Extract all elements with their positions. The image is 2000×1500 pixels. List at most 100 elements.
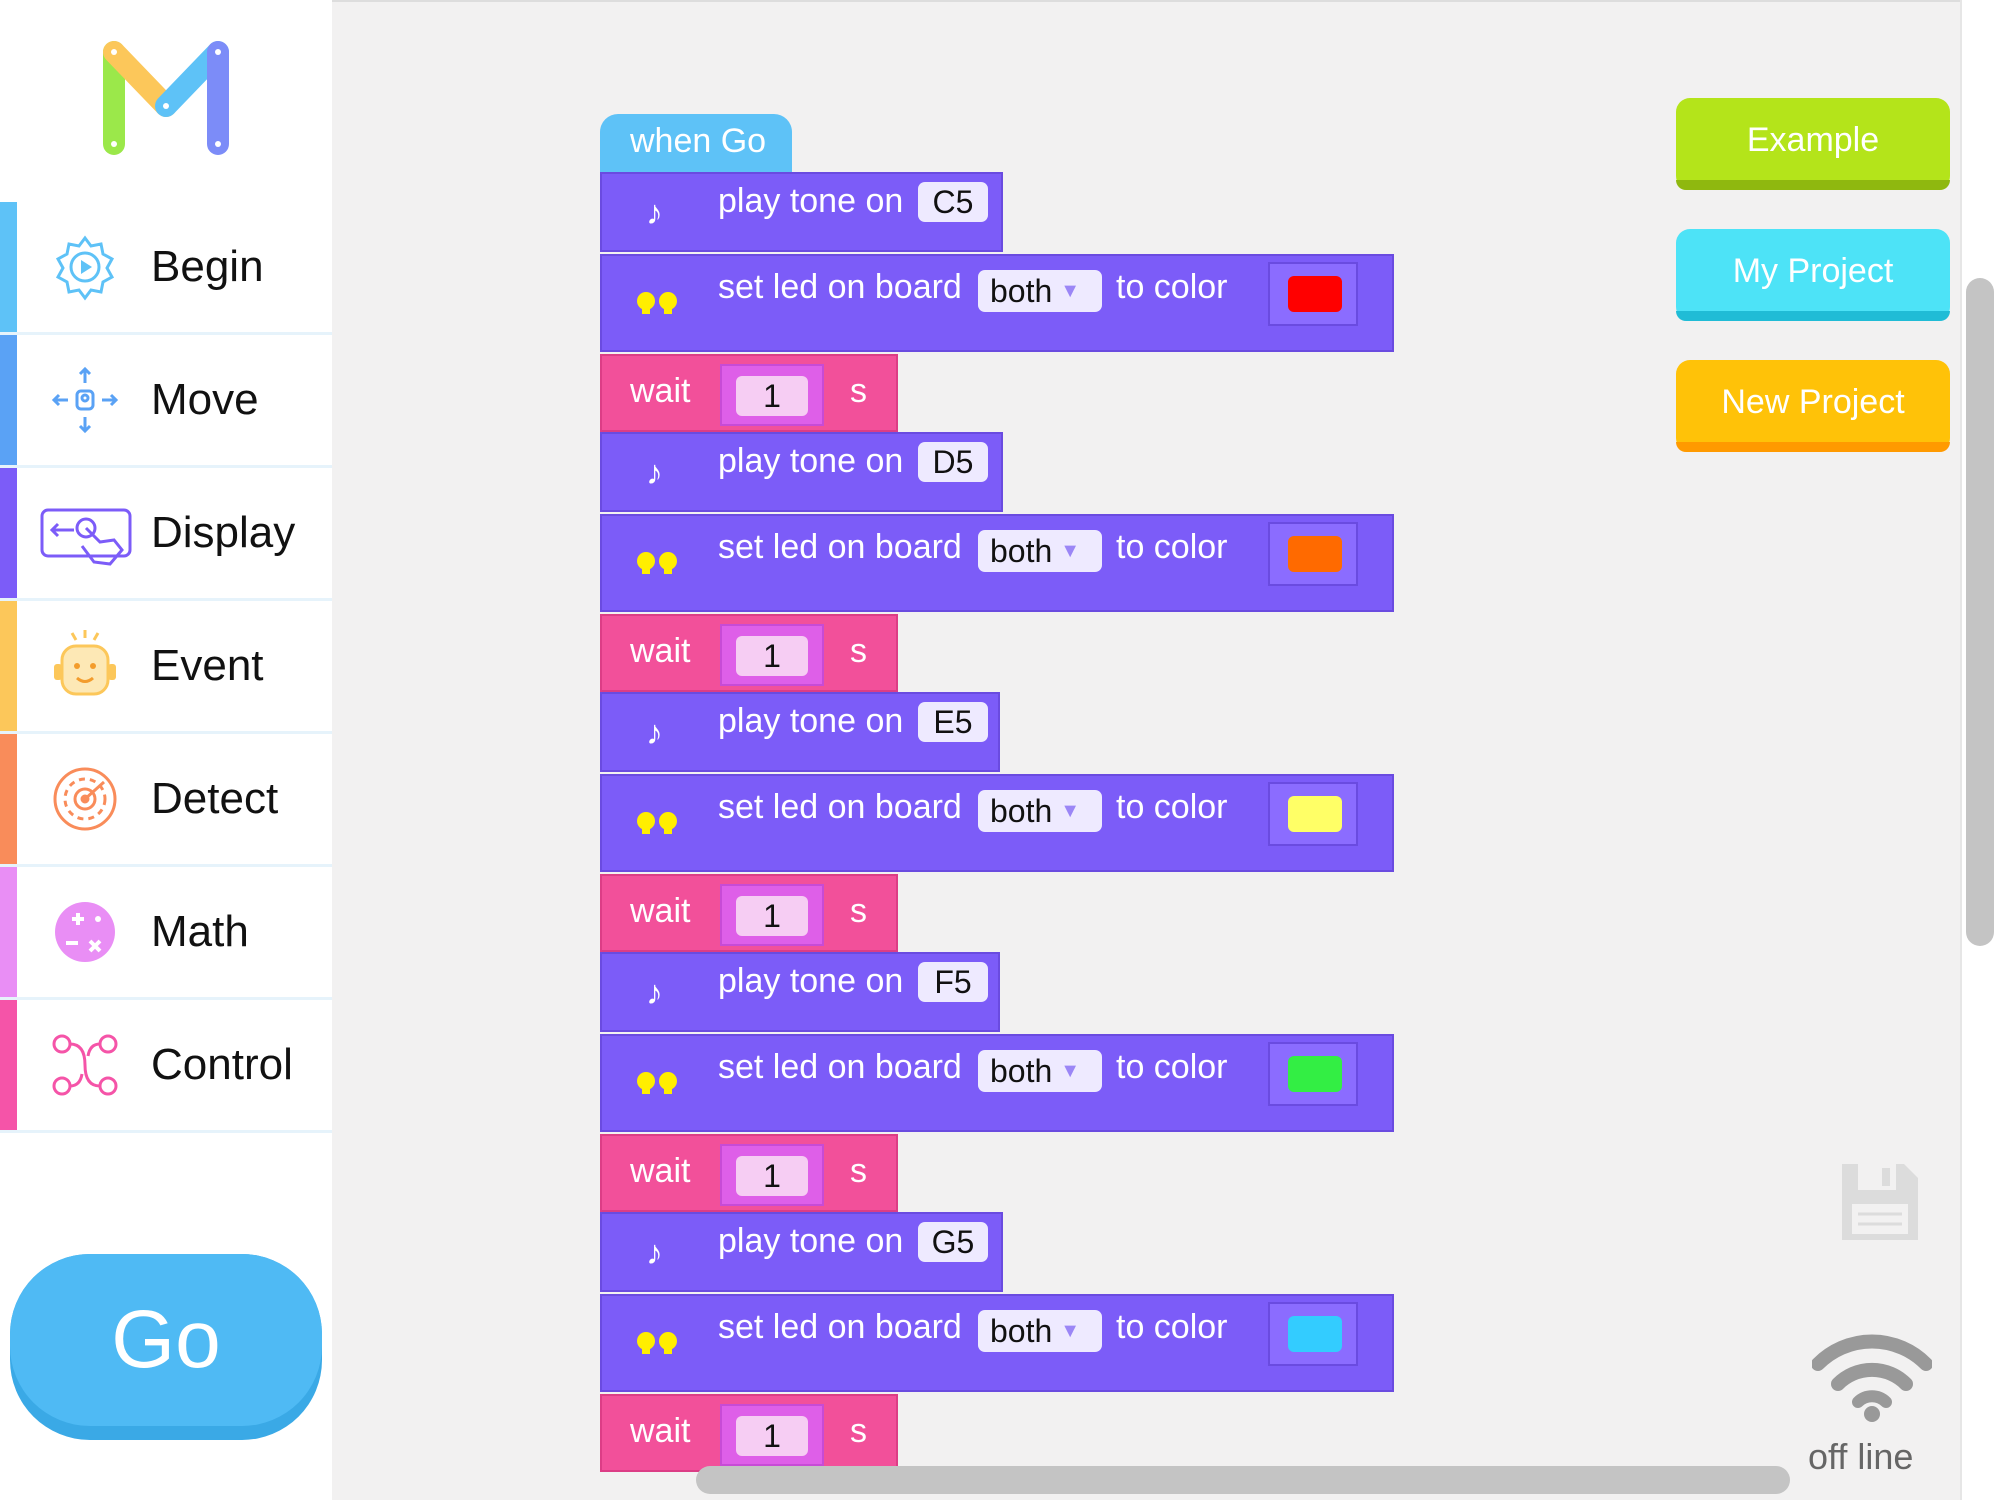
number-slot: 1: [720, 884, 824, 946]
twin-bulb-icon: [636, 290, 680, 329]
my-project-button[interactable]: My Project: [1676, 229, 1950, 321]
color-swatch[interactable]: [1288, 1316, 1342, 1352]
dropdown-arrow-icon: ▼: [1060, 279, 1081, 302]
touch-display-icon: [38, 498, 138, 568]
block-label: set led on board: [718, 1048, 962, 1086]
play-tone-block[interactable]: ♪ play tone on D5: [600, 432, 1003, 512]
tone-note-field[interactable]: F5: [918, 962, 988, 1002]
play-tone-block[interactable]: ♪ play tone on G5: [600, 1212, 1003, 1292]
tone-note-field[interactable]: D5: [918, 442, 988, 482]
color-slot: [1268, 522, 1358, 586]
color-slot: [1268, 782, 1358, 846]
block-label: wait: [630, 632, 691, 670]
play-tone-block[interactable]: ♪ play tone on E5: [600, 692, 1000, 772]
save-icon[interactable]: [1838, 1160, 1922, 1244]
color-slot: [1268, 262, 1358, 326]
category-math[interactable]: Math: [0, 867, 332, 1000]
play-tone-block[interactable]: ♪ play tone on F5: [600, 952, 1000, 1032]
go-button[interactable]: Go: [10, 1254, 322, 1440]
set-led-block[interactable]: set led on board both ▼ to color: [600, 1294, 1394, 1392]
when-go-hat-block[interactable]: when Go: [600, 114, 792, 172]
new-project-button[interactable]: New Project: [1676, 360, 1950, 452]
music-note-icon: ♪: [646, 714, 663, 752]
block-label: play tone on: [718, 702, 904, 740]
wait-seconds-field[interactable]: 1: [736, 376, 808, 416]
music-note-icon: ♪: [646, 974, 663, 1012]
wait-seconds-field[interactable]: 1: [736, 1156, 808, 1196]
block-label: to color: [1116, 1308, 1228, 1346]
led-board-dropdown[interactable]: both ▼: [978, 1310, 1102, 1352]
math-ball-icon: [48, 897, 122, 967]
example-button[interactable]: Example: [1676, 98, 1950, 190]
category-event[interactable]: Event: [0, 601, 332, 734]
color-swatch[interactable]: [1288, 276, 1342, 312]
tone-note-field[interactable]: C5: [918, 182, 988, 222]
led-board-dropdown[interactable]: both ▼: [978, 1050, 1102, 1092]
radar-icon: [48, 764, 122, 834]
block-label: s: [850, 892, 867, 930]
block-label: set led on board: [718, 268, 962, 306]
smiley-robot-icon: [48, 630, 122, 701]
set-led-block[interactable]: set led on board both ▼ to color: [600, 514, 1394, 612]
category-control[interactable]: Control: [0, 1000, 332, 1133]
category-label: Begin: [151, 242, 264, 291]
led-board-dropdown[interactable]: both ▼: [978, 790, 1102, 832]
color-swatch[interactable]: [1288, 536, 1342, 572]
block-label: wait: [630, 1152, 691, 1190]
tone-note-field[interactable]: E5: [918, 702, 988, 742]
vertical-scrollbar[interactable]: [1966, 278, 1994, 946]
category-stripe: [0, 601, 17, 731]
go-button-label: Go: [111, 1294, 221, 1385]
play-gear-icon: [48, 232, 122, 302]
category-begin[interactable]: Begin: [0, 202, 332, 335]
category-detect[interactable]: Detect: [0, 734, 332, 867]
category-sidebar: Begin Move Display Event Detect Math Con…: [0, 0, 332, 1500]
hat-block-label: when Go: [630, 122, 767, 160]
dropdown-arrow-icon: ▼: [1060, 799, 1081, 822]
wait-seconds-field[interactable]: 1: [736, 636, 808, 676]
block-label: play tone on: [718, 962, 904, 1000]
twin-bulb-icon: [636, 810, 680, 849]
color-swatch[interactable]: [1288, 796, 1342, 832]
wait-seconds-field[interactable]: 1: [736, 1416, 808, 1456]
category-label: Event: [151, 641, 264, 690]
set-led-block[interactable]: set led on board both ▼ to color: [600, 1034, 1394, 1132]
wait-block[interactable]: wait 1 s: [600, 874, 898, 952]
led-board-dropdown[interactable]: both ▼: [978, 530, 1102, 572]
wait-block[interactable]: wait 1 s: [600, 614, 898, 692]
set-led-block[interactable]: set led on board both ▼ to color: [600, 254, 1394, 352]
category-move[interactable]: Move: [0, 335, 332, 468]
category-label: Control: [151, 1040, 293, 1089]
category-stripe: [0, 1000, 17, 1130]
dropdown-value: both: [990, 1312, 1053, 1349]
dropdown-arrow-icon: ▼: [1060, 539, 1081, 562]
wait-block[interactable]: wait 1 s: [600, 354, 898, 432]
block-label: wait: [630, 1412, 691, 1450]
color-swatch[interactable]: [1288, 1056, 1342, 1092]
new-project-button-label: New Project: [1721, 382, 1905, 421]
horizontal-scrollbar[interactable]: [696, 1466, 1790, 1494]
dropdown-value: both: [990, 272, 1053, 309]
color-slot: [1268, 1042, 1358, 1106]
category-display[interactable]: Display: [0, 468, 332, 601]
wait-block[interactable]: wait 1 s: [600, 1394, 898, 1472]
block-label: to color: [1116, 528, 1228, 566]
set-led-block[interactable]: set led on board both ▼ to color: [600, 774, 1394, 872]
music-note-icon: ♪: [646, 194, 663, 232]
block-label: set led on board: [718, 1308, 962, 1346]
block-label: play tone on: [718, 1222, 904, 1260]
block-label: set led on board: [718, 788, 962, 826]
branch-icon: [48, 1030, 122, 1100]
dropdown-value: both: [990, 1052, 1053, 1089]
code-workspace[interactable]: [332, 0, 1960, 1500]
category-label: Math: [151, 907, 249, 956]
music-note-icon: ♪: [646, 454, 663, 492]
wait-block[interactable]: wait 1 s: [600, 1134, 898, 1212]
play-tone-block[interactable]: ♪ play tone on C5: [600, 172, 1003, 252]
music-note-icon: ♪: [646, 1234, 663, 1272]
tone-note-field[interactable]: G5: [918, 1222, 988, 1262]
wait-seconds-field[interactable]: 1: [736, 896, 808, 936]
led-board-dropdown[interactable]: both ▼: [978, 270, 1102, 312]
dropdown-value: both: [990, 792, 1053, 829]
my-project-button-label: My Project: [1732, 251, 1894, 290]
